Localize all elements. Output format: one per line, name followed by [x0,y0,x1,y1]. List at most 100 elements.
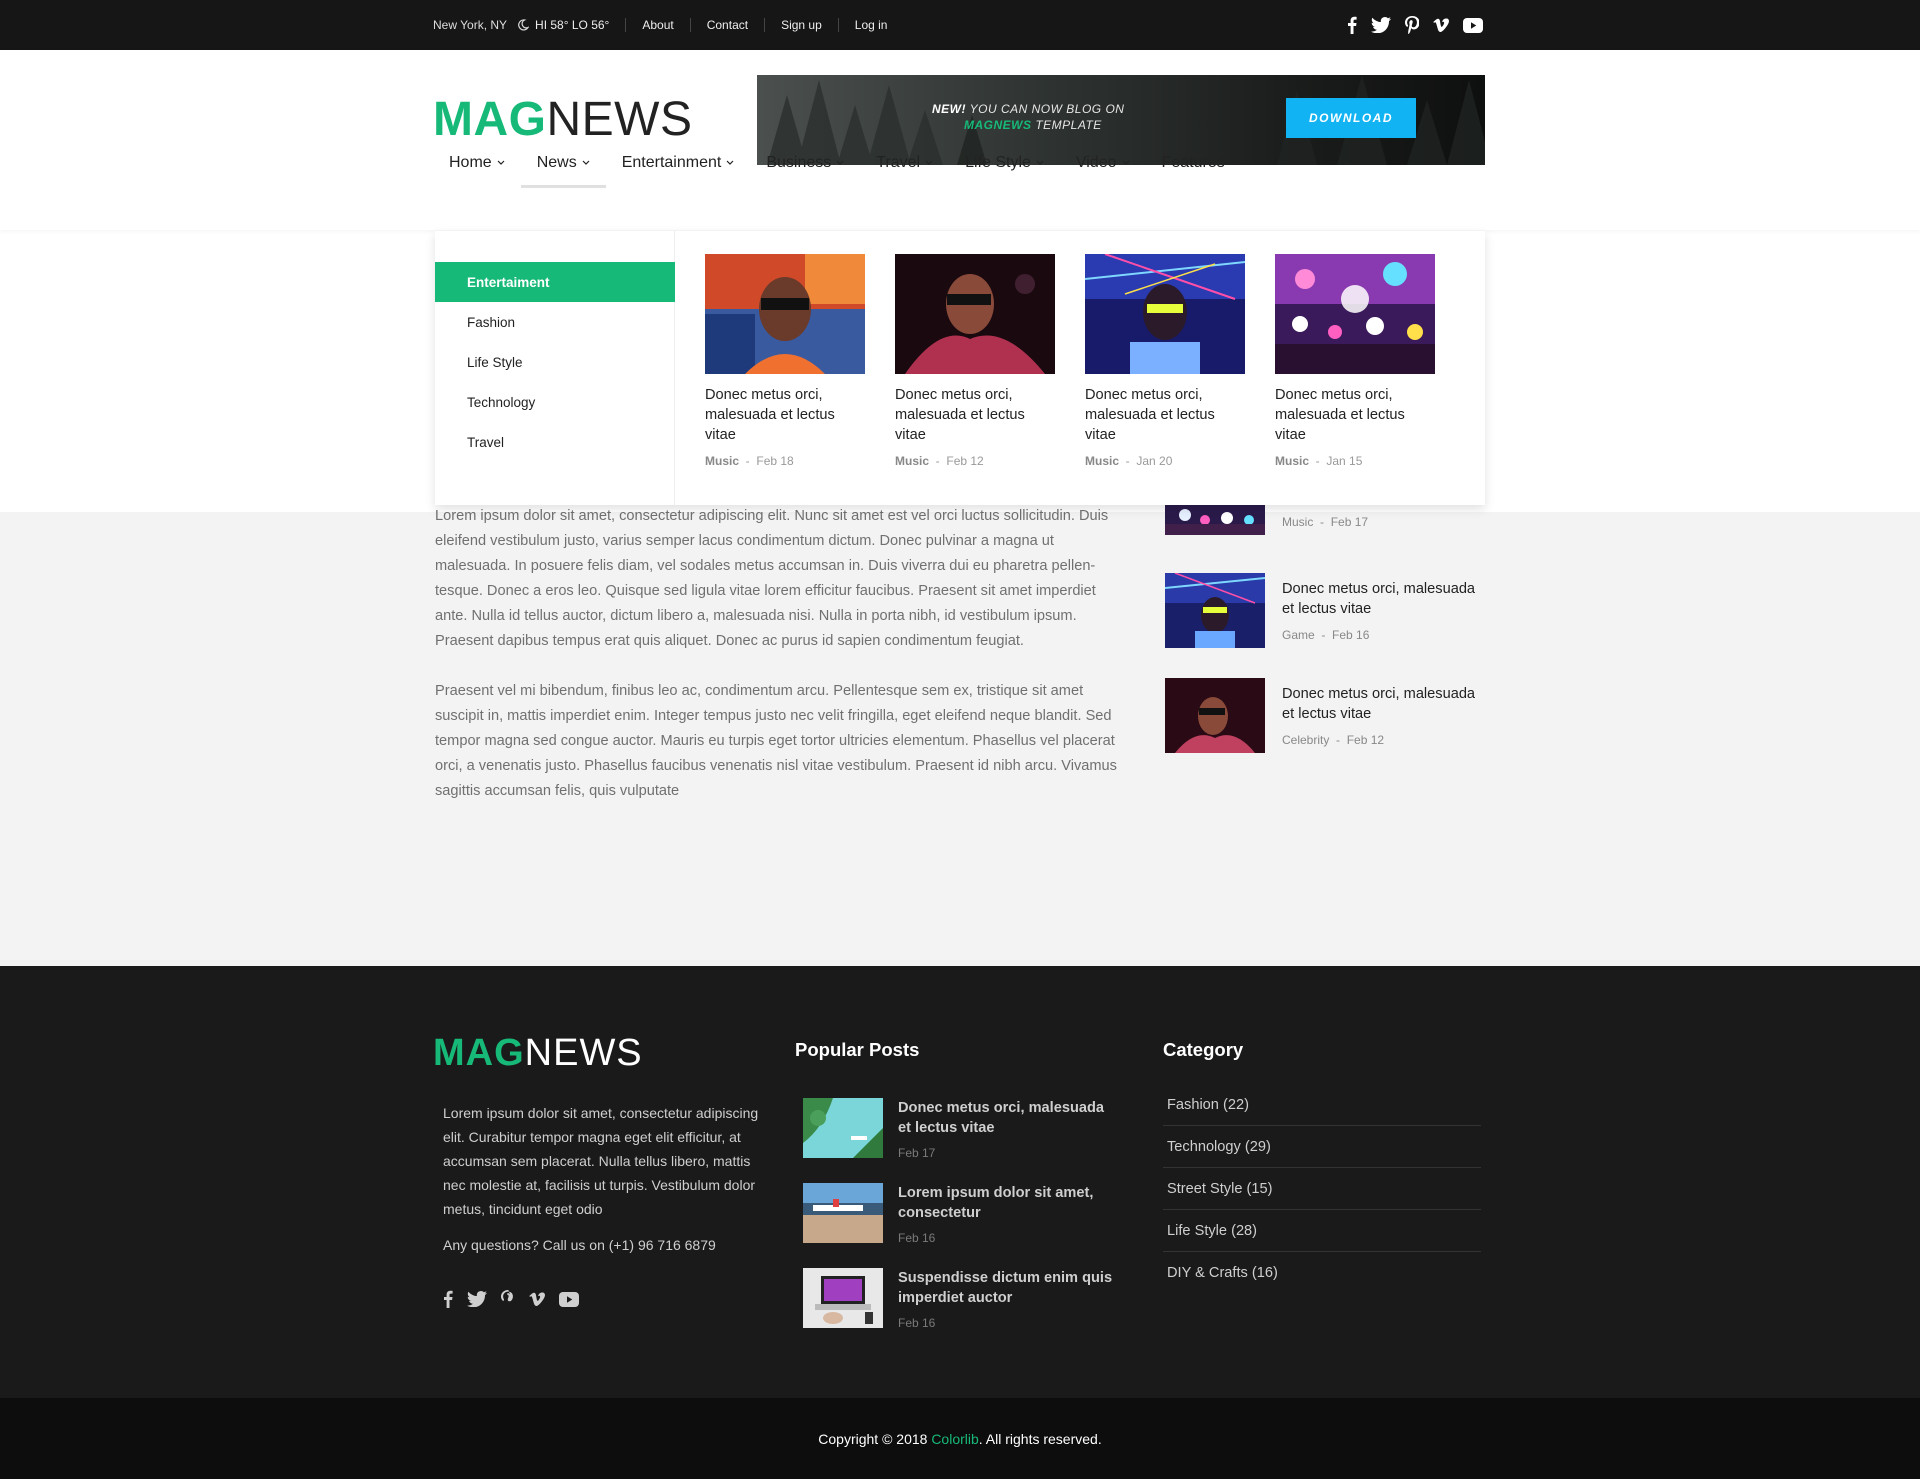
footer-category-life-style[interactable]: Life Style (28) [1163,1210,1481,1252]
popular-post[interactable]: Donec metus orci, malesuada et lectus vi… [803,1098,1123,1168]
article-body: Lorem ipsum dolor sit amet, consectetur … [435,504,1117,829]
post-meta: Music - Jan 15 [1275,454,1363,468]
chevron-down-icon [497,160,505,166]
post-title[interactable]: Suspendisse dictum enim quis imperdiet a… [898,1268,1118,1308]
sidebar-post[interactable]: Donec metus orci, malesuada et lectus vi… [1165,573,1485,649]
banner-brand: MAGNEWS [964,118,1032,132]
nav-label: Features [1161,154,1225,171]
log-in-link[interactable]: Log in [855,18,888,32]
post-category[interactable]: Music [895,454,929,468]
post-category[interactable]: Music [1085,454,1119,468]
nav-item-business[interactable]: Business [750,140,860,186]
pinterest-icon[interactable] [1405,16,1419,34]
logo-news: NEWS [524,1032,643,1074]
chevron-down-icon [1036,160,1044,166]
twitter-icon[interactable] [1371,17,1391,33]
post-meta: Music - Feb 17 [1282,515,1369,529]
chevron-down-icon [836,160,844,166]
mega-category-technology[interactable]: Technology [435,382,675,422]
post-date: Jan 15 [1326,454,1363,468]
article-paragraph: Praesent vel mi bibendum, finibus leo ac… [435,683,1117,799]
logo-news: NEWS [546,93,693,146]
post-date: Feb 16 [898,1231,936,1245]
post-category[interactable]: Music [705,454,739,468]
mega-post-card[interactable]: Donec metus orci, malesuada et lectus vi… [895,254,1055,468]
footer-category-diy-crafts[interactable]: DIY & Crafts (16) [1163,1252,1481,1294]
mega-post-card[interactable]: Donec metus orci, malesuada et lectus vi… [1275,254,1435,468]
nav-item-entertainment[interactable]: Entertainment [606,140,751,186]
post-category[interactable]: Celebrity [1282,733,1329,747]
pinterest-icon[interactable] [501,1290,515,1308]
top-bar-left: New York, NY HI 58° LO 56° About Contact… [433,0,887,50]
post-title[interactable]: Donec metus orci, malesuada et lectus vi… [1282,684,1487,724]
post-title[interactable]: Donec metus orci, malesuada et lectus vi… [898,1098,1118,1138]
footer-category-technology[interactable]: Technology (29) [1163,1126,1481,1168]
nav-label: Travel [876,154,921,171]
nav-item-features[interactable]: Features [1146,140,1254,186]
post-thumbnail [803,1183,883,1243]
post-date: Feb 17 [1330,515,1369,529]
weather-text: HI 58° LO 56° [535,18,610,32]
nav-item-travel[interactable]: Travel [860,140,949,186]
popular-posts-heading: Popular Posts [795,1039,920,1060]
banner-text: NEW! YOU CAN NOW BLOG ON MAGNEWS TEMPLAT… [932,101,1124,133]
moon-icon [517,19,530,31]
post-date: Feb 18 [756,454,794,468]
popular-post[interactable]: Lorem ipsum dolor sit amet, consectetur … [803,1183,1123,1253]
mega-post-card[interactable]: Donec metus orci, malesuada et lectus vi… [1085,254,1245,468]
mega-category-life-style[interactable]: Life Style [435,342,675,382]
popular-post[interactable]: Suspendisse dictum enim quis imperdiet a… [803,1268,1123,1338]
nav-item-video[interactable]: Video [1060,140,1146,186]
nav-item-home[interactable]: Home [433,140,521,186]
post-meta: Game - Feb 16 [1282,628,1370,642]
banner-line1: YOU CAN NOW BLOG ON [966,102,1125,116]
post-image [1085,254,1245,374]
youtube-icon[interactable] [1463,17,1483,33]
sign-up-link[interactable]: Sign up [781,18,822,32]
post-category[interactable]: Music [1275,454,1309,468]
vimeo-icon[interactable] [1433,18,1449,32]
footer-logo[interactable]: MAGNEWS [433,1032,643,1075]
youtube-icon[interactable] [559,1290,579,1308]
post-date: Feb 12 [946,454,984,468]
post-thumbnail [1165,573,1265,648]
post-title[interactable]: Donec metus orci, malesuada et lectus vi… [1282,579,1487,619]
mega-category-travel[interactable]: Travel [435,422,675,462]
post-title[interactable]: Donec metus orci, malesuada et lectus vi… [705,385,865,445]
banner-line2: TEMPLATE [1031,118,1102,132]
mega-category-entertainment[interactable]: Entertaiment [435,262,675,302]
site-logo[interactable]: MAGNEWS [433,92,692,147]
post-title[interactable]: Lorem ipsum dolor sit amet, consectetur [898,1183,1118,1223]
contact-link[interactable]: Contact [707,18,748,32]
divider [837,18,839,32]
post-title[interactable]: Donec metus orci, malesuada et lectus vi… [1085,385,1245,445]
post-title[interactable]: Donec metus orci, malesuada et lectus vi… [895,385,1055,445]
chevron-down-icon [582,160,590,166]
facebook-icon[interactable] [443,1290,453,1308]
nav-label: Business [766,154,832,171]
mega-post-card[interactable]: Donec metus orci, malesuada et lectus vi… [705,254,865,468]
twitter-icon[interactable] [467,1290,487,1308]
footer-category-street-style[interactable]: Street Style (15) [1163,1168,1481,1210]
nav-label: Life Style [965,154,1031,171]
post-image [705,254,865,374]
nav-item-life-style[interactable]: Life Style [949,140,1060,186]
facebook-icon[interactable] [1347,16,1357,34]
colorlib-link[interactable]: Colorlib [931,1431,978,1447]
post-title[interactable]: Donec metus orci, malesuada et lectus vi… [1275,385,1435,445]
post-category[interactable]: Music [1282,515,1313,529]
vimeo-icon[interactable] [529,1290,545,1308]
download-button[interactable]: DOWNLOAD [1286,98,1416,138]
mega-category-fashion[interactable]: Fashion [435,302,675,342]
post-category[interactable]: Game [1282,628,1315,642]
footer-category-fashion[interactable]: Fashion (22) [1163,1084,1481,1126]
top-bar: New York, NY HI 58° LO 56° About Contact… [0,0,1920,50]
site-footer: MAGNEWS Lorem ipsum dolor sit amet, cons… [0,966,1920,1398]
nav-item-news[interactable]: News [520,140,606,188]
sidebar-post[interactable]: Donec metus orci, malesuada et lectus vi… [1165,678,1485,754]
about-link[interactable]: About [642,18,673,32]
footer-social-links [443,1290,579,1308]
news-mega-menu: Entertaiment Fashion Life Style Technolo… [435,231,1485,505]
post-thumbnail [1165,678,1265,753]
divider [625,18,627,32]
